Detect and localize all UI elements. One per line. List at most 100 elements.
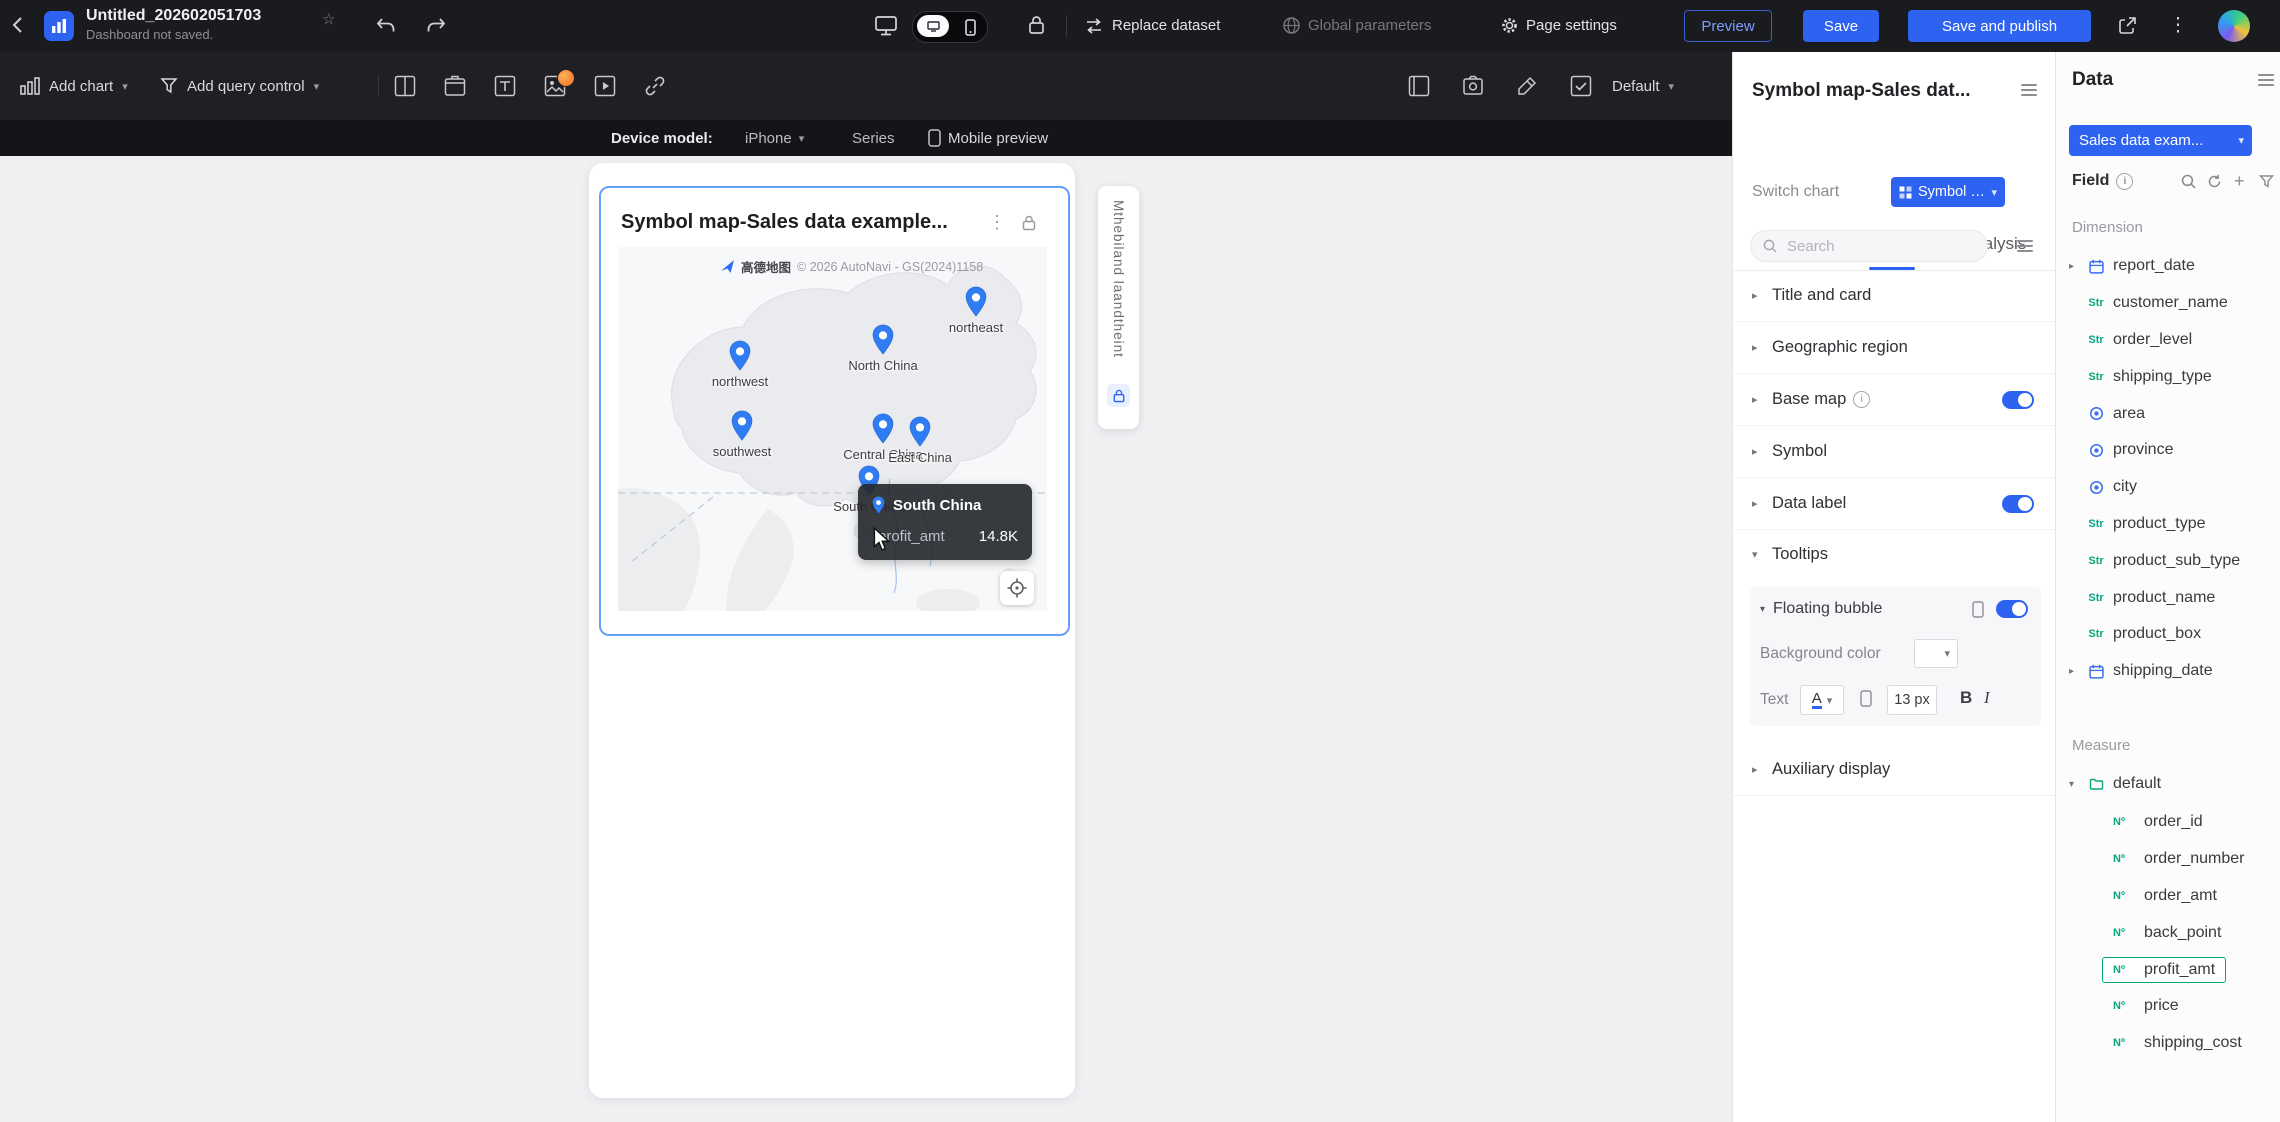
text-style-row: Text A ▾ 13 px B I [1750,677,2041,723]
folder-name: default [2113,775,2162,793]
style-section-tooltips[interactable]: ▾ Tooltips [1733,530,2056,578]
chart-more-icon[interactable]: ⋮ [988,212,1006,233]
replace-dataset-button[interactable]: Replace dataset [1112,17,1220,34]
dashboard-title: Untitled_202602051703 [86,7,262,24]
add-field-icon[interactable]: + [2234,172,2245,190]
style-section-data-label[interactable]: ▸ Data label [1733,478,2056,530]
map-pin-north-china[interactable] [872,324,894,355]
device-model-select[interactable]: iPhone ▾ [745,120,804,156]
field-item-price[interactable]: Nº price [2056,988,2280,1025]
dataset-selector[interactable]: Sales data exam... ▾ [2069,125,2252,156]
map-pin-northeast[interactable] [965,286,987,317]
field-item-product-box[interactable]: Str product_box [2056,616,2280,653]
field-item-province[interactable]: province [2056,432,2280,469]
field-item-city[interactable]: city [2056,469,2280,506]
data-panel-menu-icon[interactable] [2258,74,2274,86]
save-and-publish-button[interactable]: Save and publish [1908,10,2091,42]
field-item-report-date[interactable]: ▸ report_date [2056,248,2280,285]
field-item-order-id[interactable]: Nº order_id [2056,804,2280,841]
field-item-shipping-type[interactable]: Str shipping_type [2056,358,2280,395]
theme-dropdown[interactable]: Default ▾ [1612,52,1674,120]
measure-folder-default[interactable]: ▾ default [2056,766,2280,803]
add-chart-button[interactable]: Add chart ▾ [20,52,128,120]
multi-select-icon[interactable] [1568,73,1594,99]
device-series[interactable]: Series [852,120,895,156]
user-avatar[interactable] [2218,10,2250,42]
panel-menu-icon[interactable] [2021,84,2037,96]
filter-funnel-icon[interactable] [2259,174,2274,189]
page-settings-gear-icon[interactable] [1500,16,1519,35]
chart-lock-icon[interactable] [1022,215,1036,231]
app-logo-icon[interactable] [44,11,74,41]
field-search-icon[interactable] [2181,174,2196,189]
lock-icon[interactable] [1028,15,1045,35]
style-section-title-and-card[interactable]: ▸ Title and card [1733,270,2056,322]
symbol-map[interactable]: 高德地图 © 2026 AutoNavi - GS(2024)1158 nort… [618,247,1047,611]
style-section-symbol[interactable]: ▸ Symbol [1733,426,2056,478]
floating-bubble-toggle[interactable] [1996,600,2028,618]
style-section-auxiliary-display[interactable]: ▸ Auxiliary display [1733,744,2056,796]
style-section-base-map[interactable]: ▸ Base map i [1733,374,2056,426]
favorite-star-icon[interactable]: ☆ [322,10,335,28]
text-icon[interactable] [492,73,518,99]
style-section-geographic-region[interactable]: ▸ Geographic region [1733,322,2056,374]
font-size-input[interactable]: 13 px [1887,685,1937,715]
measure-list: Nº order_id Nº order_number Nº order_amt Nº bac… [2056,804,2280,1062]
link-icon[interactable] [642,73,668,99]
field-item-customer-name[interactable]: Str customer_name [2056,285,2280,322]
field-item-area[interactable]: area [2056,395,2280,432]
container-icon[interactable] [392,73,418,99]
style-list-icon[interactable] [2017,240,2033,252]
field-item-product-name[interactable]: Str product_name [2056,579,2280,616]
field-item-order-amt[interactable]: Nº order_amt [2056,878,2280,915]
floating-bubble-row[interactable]: ▾ Floating bubble [1750,587,2041,631]
image-icon[interactable] [542,69,575,99]
desktop-mode-icon[interactable] [874,15,898,37]
page-settings-button[interactable]: Page settings [1526,17,1617,34]
map-pin-east-china[interactable] [909,416,931,447]
locate-button[interactable] [1000,571,1034,605]
refresh-icon[interactable] [2207,174,2222,189]
style-search-input[interactable] [1785,236,1959,256]
redo-icon[interactable] [426,17,446,35]
mobile-preview-button[interactable]: Mobile preview [928,120,1048,156]
field-item-shipping-date[interactable]: ▸ shipping_date [2056,653,2280,690]
device-mode-toggle[interactable] [912,11,988,43]
tab-lock-icon[interactable] [1107,384,1130,407]
num-glyph: Nº [2113,1037,2125,1050]
share-export-icon[interactable] [2118,16,2137,35]
preview-button[interactable]: Preview [1684,10,1772,42]
bold-button[interactable]: B [1960,688,1972,708]
italic-button[interactable]: I [1984,688,1990,708]
field-item-order-level[interactable]: Str order_level [2056,322,2280,359]
field-item-product-sub-type[interactable]: Str product_sub_type [2056,542,2280,579]
field-item-back-point[interactable]: Nº back_point [2056,914,2280,951]
watermark-icon[interactable] [1406,73,1432,99]
field-item-shipping-cost[interactable]: Nº shipping_cost [2056,1025,2280,1062]
media-icon[interactable] [592,73,618,99]
undo-icon[interactable] [376,17,396,35]
collapsed-chart-tab[interactable]: Mthebiland laandtheint [1098,186,1139,429]
theme-brush-icon[interactable] [1514,73,1540,99]
map-pin-northwest[interactable] [729,340,751,371]
more-menu-icon[interactable]: ⋮ [2169,14,2188,37]
replace-dataset-icon[interactable] [1084,17,1104,35]
dataset-name: Sales data exam... [2079,132,2204,149]
chart-type-dropdown[interactable]: Symbol map ▾ [1891,177,2005,207]
toggle-switch[interactable] [2002,390,2034,409]
tab-container-icon[interactable] [442,73,468,99]
geo-field-icon [2086,480,2106,495]
style-search-box[interactable] [1750,230,1988,262]
map-pin-central-china[interactable] [872,413,894,444]
font-color-dropdown[interactable]: A ▾ [1800,685,1844,715]
field-item-profit-amt[interactable]: Nº profit_amt [2056,951,2280,988]
map-pin-southwest[interactable] [731,410,753,441]
field-item-product-type[interactable]: Str product_type [2056,506,2280,543]
add-query-control-button[interactable]: Add query control ▾ [160,52,319,120]
field-item-order-number[interactable]: Nº order_number [2056,841,2280,878]
back-icon[interactable] [12,16,23,34]
toggle-switch[interactable] [2002,494,2034,513]
background-color-dropdown[interactable]: ▾ [1914,639,1958,668]
save-button[interactable]: Save [1803,10,1879,42]
snapshot-icon[interactable] [1460,73,1486,99]
